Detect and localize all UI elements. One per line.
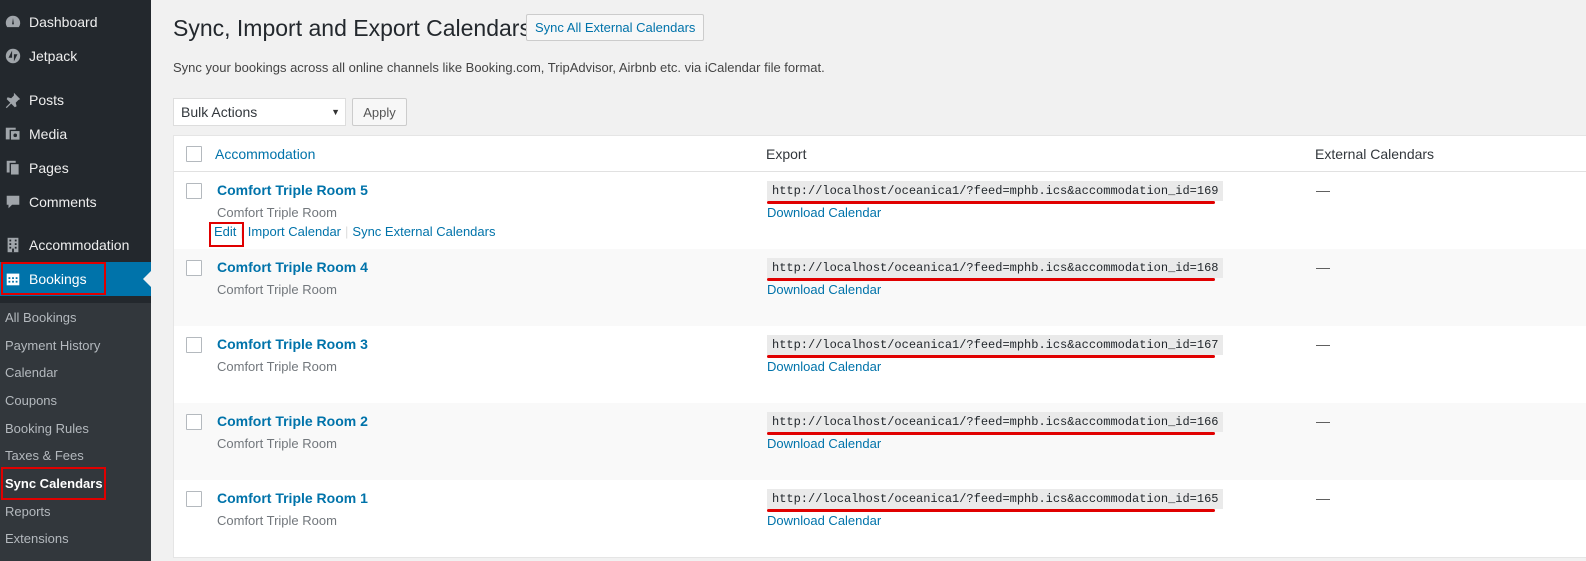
- edit-link[interactable]: Edit: [211, 224, 239, 239]
- submenu-all-bookings[interactable]: All Bookings: [5, 306, 77, 328]
- accommodation-title-link[interactable]: Comfort Triple Room 3: [217, 336, 368, 352]
- export-url[interactable]: http://localhost/oceanica1/?feed=mphb.ic…: [767, 412, 1224, 432]
- accommodation-type: Comfort Triple Room: [217, 436, 337, 451]
- submenu-coupons[interactable]: Coupons: [5, 389, 57, 411]
- table-row: Comfort Triple Room 4 Comfort Triple Roo…: [174, 249, 1586, 326]
- table-header: Accommodation Export External Calendars: [174, 136, 1586, 172]
- download-calendar-link[interactable]: Download Calendar: [767, 205, 881, 220]
- menu-bookings-label: Bookings: [29, 271, 87, 287]
- accommodation-title-link[interactable]: Comfort Triple Room 1: [217, 490, 368, 506]
- external-calendars-value: —: [1316, 490, 1330, 506]
- calendar-icon: [3, 269, 23, 289]
- menu-pages[interactable]: Pages: [0, 151, 151, 185]
- submenu-taxes-fees[interactable]: Taxes & Fees: [5, 444, 84, 466]
- table-row: Comfort Triple Room 2 Comfort Triple Roo…: [174, 403, 1586, 480]
- download-calendar-link[interactable]: Download Calendar: [767, 436, 881, 451]
- accommodation-type: Comfort Triple Room: [217, 282, 337, 297]
- export-url-underline: [767, 509, 1215, 512]
- menu-pages-label: Pages: [29, 160, 69, 176]
- admin-sidebar: Dashboard Jetpack Posts Media Pages Comm…: [0, 0, 151, 561]
- submenu-calendar[interactable]: Calendar: [5, 361, 58, 383]
- menu-media[interactable]: Media: [0, 117, 151, 151]
- menu-accommodation-label: Accommodation: [29, 237, 130, 253]
- dropdown-arrow-icon: ▼: [331, 107, 340, 117]
- separator: |: [240, 224, 244, 239]
- row-checkbox[interactable]: [186, 260, 202, 276]
- accommodation-type: Comfort Triple Room: [217, 205, 337, 220]
- accommodation-title-link[interactable]: Comfort Triple Room 2: [217, 413, 368, 429]
- row-checkbox[interactable]: [186, 337, 202, 353]
- external-calendars-value: —: [1316, 259, 1330, 275]
- calendars-table: Accommodation Export External Calendars …: [173, 135, 1586, 558]
- select-all-checkbox[interactable]: [186, 146, 202, 162]
- column-accommodation[interactable]: Accommodation: [215, 146, 315, 162]
- external-calendars-value: —: [1316, 336, 1330, 352]
- export-url-underline: [767, 432, 1215, 435]
- accommodation-type: Comfort Triple Room: [217, 513, 337, 528]
- accommodation-type: Comfort Triple Room: [217, 359, 337, 374]
- apply-button[interactable]: Apply: [352, 98, 407, 126]
- submenu-booking-rules[interactable]: Booking Rules: [5, 417, 89, 439]
- menu-comments[interactable]: Comments: [0, 185, 151, 219]
- download-calendar-link[interactable]: Download Calendar: [767, 282, 881, 297]
- page-title: Sync, Import and Export Calendars: [173, 15, 531, 41]
- menu-dashboard-label: Dashboard: [29, 14, 98, 30]
- menu-bookings[interactable]: Bookings: [0, 262, 151, 296]
- sync-all-external-calendars-button[interactable]: Sync All External Calendars: [526, 14, 705, 41]
- menu-accommodation[interactable]: Accommodation: [0, 228, 151, 262]
- table-row: Comfort Triple Room 3 Comfort Triple Roo…: [174, 326, 1586, 403]
- bulk-actions-select[interactable]: Bulk Actions ▼: [173, 98, 346, 126]
- pages-icon: [3, 158, 23, 178]
- row-actions: Edit | Import Calendar | Sync External C…: [211, 224, 498, 239]
- export-url-underline: [767, 201, 1215, 204]
- menu-media-label: Media: [29, 126, 68, 142]
- menu-dashboard[interactable]: Dashboard: [0, 5, 151, 39]
- menu-posts-label: Posts: [29, 92, 65, 108]
- export-url[interactable]: http://localhost/oceanica1/?feed=mphb.ic…: [767, 181, 1224, 201]
- building-icon: [3, 235, 23, 255]
- submenu-extensions[interactable]: Extensions: [5, 527, 69, 549]
- column-export: Export: [766, 146, 807, 162]
- export-url[interactable]: http://localhost/oceanica1/?feed=mphb.ic…: [767, 258, 1224, 278]
- main-content: Sync, Import and Export Calendars Sync A…: [151, 0, 1586, 561]
- menu-comments-label: Comments: [29, 194, 97, 210]
- menu-jetpack[interactable]: Jetpack: [0, 39, 151, 73]
- bookings-submenu: All Bookings Payment History Calendar Co…: [0, 303, 151, 561]
- download-calendar-link[interactable]: Download Calendar: [767, 359, 881, 374]
- separator: |: [345, 224, 349, 239]
- menu-jetpack-label: Jetpack: [29, 48, 78, 64]
- dashboard-icon: [3, 12, 23, 32]
- external-calendars-value: —: [1316, 413, 1330, 429]
- export-url[interactable]: http://localhost/oceanica1/?feed=mphb.ic…: [767, 335, 1224, 355]
- jetpack-icon: [3, 46, 23, 66]
- import-calendar-link[interactable]: Import Calendar: [245, 224, 344, 239]
- table-row: Comfort Triple Room 5 Comfort Triple Roo…: [174, 172, 1586, 249]
- submenu-reports[interactable]: Reports: [5, 500, 51, 522]
- submenu-sync-calendars[interactable]: Sync Calendars: [5, 472, 103, 494]
- page-description: Sync your bookings across all online cha…: [173, 60, 825, 75]
- accommodation-title-link[interactable]: Comfort Triple Room 5: [217, 182, 368, 198]
- media-icon: [3, 124, 23, 144]
- sync-external-calendars-link[interactable]: Sync External Calendars: [349, 224, 498, 239]
- export-url[interactable]: http://localhost/oceanica1/?feed=mphb.ic…: [767, 489, 1224, 509]
- row-checkbox[interactable]: [186, 183, 202, 199]
- row-checkbox[interactable]: [186, 491, 202, 507]
- export-url-underline: [767, 278, 1215, 281]
- bulk-actions-value: Bulk Actions: [181, 104, 258, 120]
- menu-posts[interactable]: Posts: [0, 83, 151, 117]
- download-calendar-link[interactable]: Download Calendar: [767, 513, 881, 528]
- table-row: Comfort Triple Room 1 Comfort Triple Roo…: [174, 480, 1586, 557]
- export-url-underline: [767, 355, 1215, 358]
- submenu-payment-history[interactable]: Payment History: [5, 334, 100, 356]
- comment-icon: [3, 192, 23, 212]
- column-external-calendars: External Calendars: [1315, 146, 1435, 162]
- row-checkbox[interactable]: [186, 414, 202, 430]
- accommodation-title-link[interactable]: Comfort Triple Room 4: [217, 259, 368, 275]
- external-calendars-value: —: [1316, 182, 1330, 198]
- pushpin-icon: [3, 90, 23, 110]
